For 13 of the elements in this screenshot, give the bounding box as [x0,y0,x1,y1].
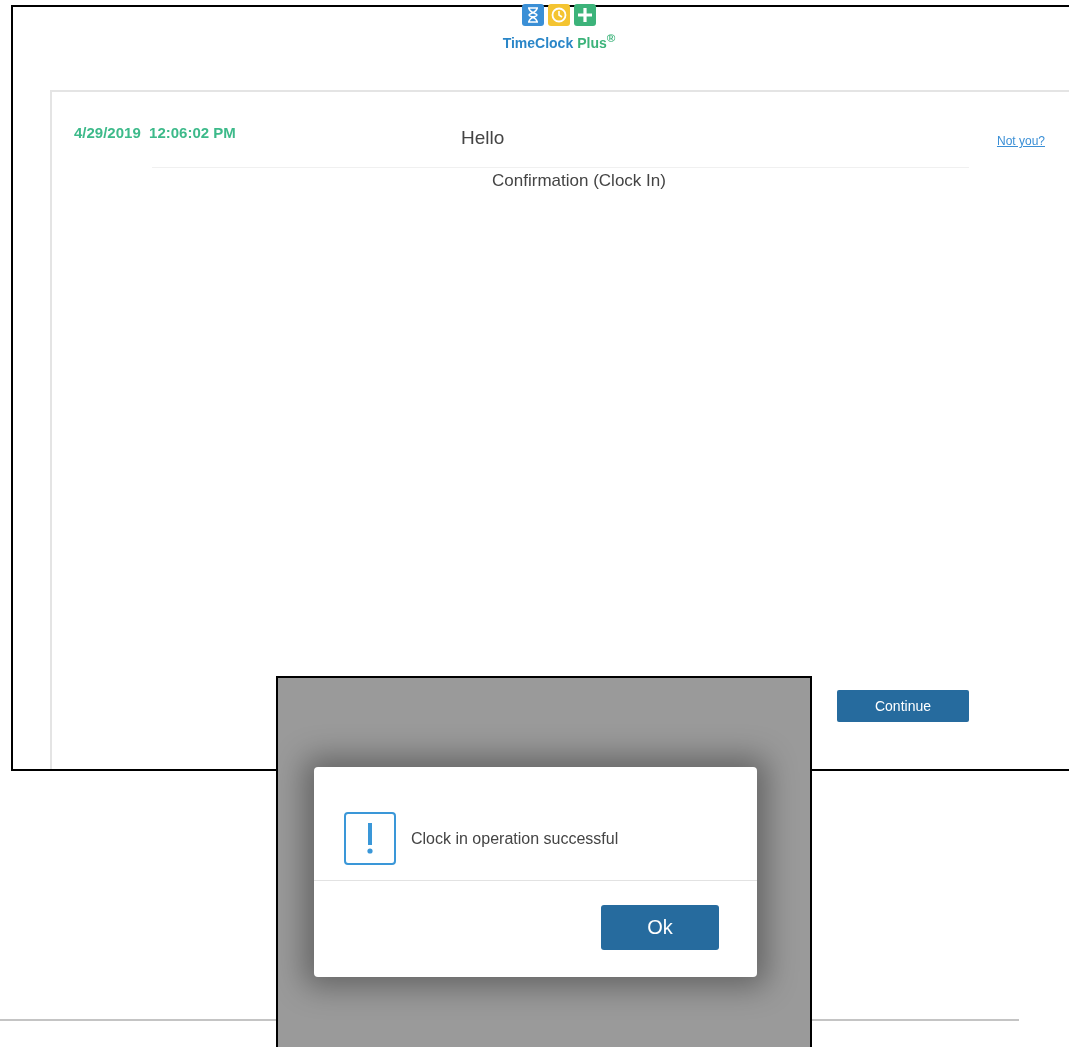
greeting: Hello [461,127,505,149]
alert-icon [344,812,396,865]
subtitle: Confirmation (Clock In) [491,171,667,191]
clock-icon [548,4,570,26]
continue-button[interactable]: Continue [837,690,969,722]
brand-name: TimeClock [502,34,574,51]
hourglass-icon [522,4,544,26]
datetime: 4/29/2019 12:06:02 PM [74,124,236,141]
not-you-link[interactable]: Not you? [996,134,1045,148]
ok-button[interactable]: Ok [601,905,719,950]
plus-icon [574,4,596,26]
dialog-message: Clock in operation successful [411,829,619,848]
brand-suffix: Plus$^{®}$ [577,34,616,51]
